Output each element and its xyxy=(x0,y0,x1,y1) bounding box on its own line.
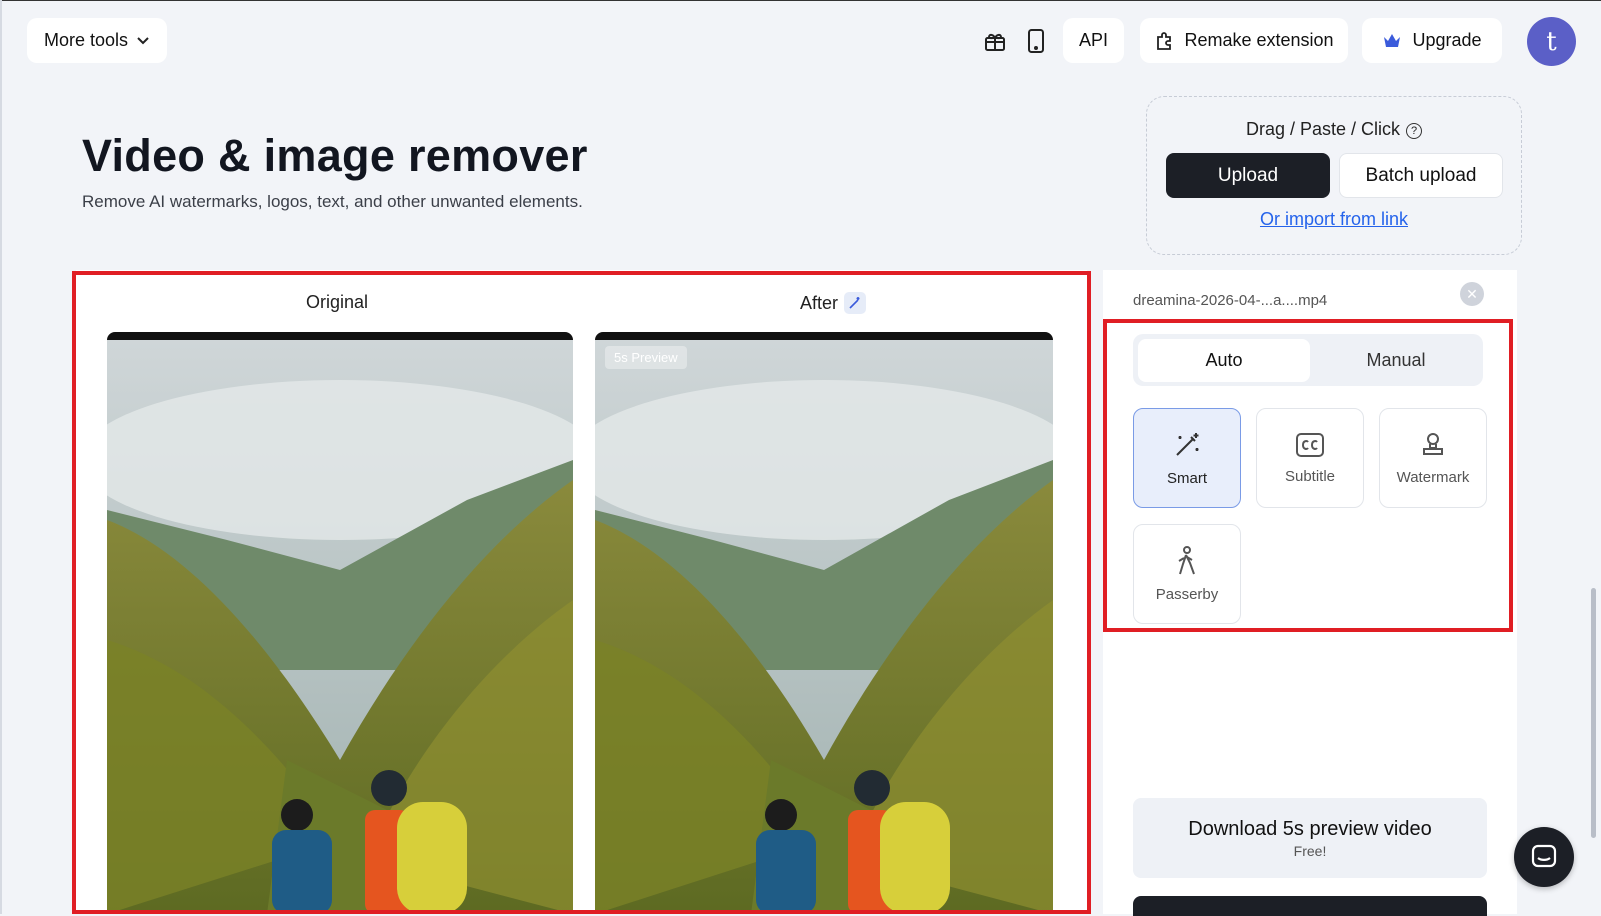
remake-extension-label: Remake extension xyxy=(1184,30,1334,50)
tool-watermark-label: Watermark xyxy=(1396,468,1470,486)
page-scrollbar[interactable] xyxy=(1591,588,1596,838)
tool-smart-label: Smart xyxy=(1166,469,1207,487)
original-label-text: Original xyxy=(306,292,369,312)
magic-wand-icon xyxy=(844,292,867,314)
landscape-image xyxy=(595,340,1053,914)
after-video[interactable]: 5s Preview xyxy=(595,332,1053,914)
after-label-text: After xyxy=(800,292,839,313)
puzzle-icon xyxy=(1157,31,1172,50)
batch-upload-label: Batch upload xyxy=(1365,164,1477,186)
api-button[interactable]: API xyxy=(1063,18,1124,63)
remake-extension-button[interactable]: Remake extension xyxy=(1140,18,1348,63)
original-label: Original xyxy=(306,292,368,313)
landscape-image xyxy=(107,340,573,914)
upload-button[interactable]: Upload xyxy=(1166,153,1330,198)
batch-upload-button[interactable]: Batch upload xyxy=(1339,153,1503,198)
closed-captions-icon xyxy=(1296,432,1324,457)
download-label: Download 5s preview video xyxy=(1188,817,1432,840)
upload-dropzone[interactable]: Drag / Paste / Click? Upload Batch uploa… xyxy=(1146,96,1522,255)
drag-text: Drag / Paste / Click xyxy=(1245,119,1401,139)
magic-wand-icon xyxy=(1176,432,1199,456)
crown-icon xyxy=(1384,33,1401,47)
primary-action-button[interactable] xyxy=(1133,896,1487,916)
tool-passerby[interactable]: Passerby xyxy=(1133,524,1241,624)
api-label: API xyxy=(1078,30,1108,50)
chat-icon xyxy=(1531,844,1557,868)
phone-icon[interactable] xyxy=(1019,22,1053,60)
gift-icon[interactable] xyxy=(978,22,1012,60)
file-name: dreamina-2026-04-...a....mp4 xyxy=(1133,292,1328,309)
tool-watermark[interactable]: Watermark xyxy=(1379,408,1487,508)
tab-auto-label: Auto xyxy=(1205,350,1243,370)
download-sublabel: Free! xyxy=(1293,842,1327,859)
page-title: Video & image remover xyxy=(82,130,588,181)
mode-tabs: Auto Manual xyxy=(1133,334,1483,386)
page-subtitle: Remove AI watermarks, logos, text, and o… xyxy=(82,192,583,211)
tab-manual[interactable]: Manual xyxy=(1310,339,1482,382)
more-tools-label: More tools xyxy=(43,30,129,50)
upgrade-label: Upgrade xyxy=(1412,30,1482,50)
options-panel: dreamina-2026-04-...a....mp4 ✕ Auto Manu… xyxy=(1103,270,1517,916)
walking-person-icon xyxy=(1178,545,1195,574)
avatar[interactable]: t xyxy=(1527,17,1576,66)
avatar-letter: t xyxy=(1546,26,1557,57)
stamp-icon xyxy=(1423,432,1443,455)
chat-button[interactable] xyxy=(1514,827,1574,887)
download-preview-button[interactable]: Download 5s preview video Free! xyxy=(1133,798,1487,878)
preview-badge: 5s Preview xyxy=(605,346,687,369)
after-label: After xyxy=(800,292,867,314)
tool-smart[interactable]: Smart xyxy=(1133,408,1241,508)
tab-manual-label: Manual xyxy=(1366,350,1426,370)
upload-label: Upload xyxy=(1217,164,1279,186)
chevron-down-icon xyxy=(137,36,149,44)
preview-panel: Original After 5s Preview xyxy=(76,270,1087,914)
window-top-border xyxy=(0,0,1601,1)
upgrade-button[interactable]: Upgrade xyxy=(1362,18,1502,63)
tab-auto[interactable]: Auto xyxy=(1138,339,1310,382)
help-icon[interactable]: ? xyxy=(1406,123,1423,139)
window-left-edge xyxy=(0,0,2,914)
tool-subtitle[interactable]: Subtitle xyxy=(1256,408,1364,508)
original-video[interactable] xyxy=(107,332,573,914)
tool-passerby-label: Passerby xyxy=(1155,585,1219,603)
drag-instructions: Drag / Paste / Click? xyxy=(1147,119,1521,140)
import-from-link[interactable]: Or import from link xyxy=(1147,209,1521,230)
close-icon[interactable]: ✕ xyxy=(1460,282,1484,306)
more-tools-button[interactable]: More tools xyxy=(27,18,167,63)
tool-subtitle-label: Subtitle xyxy=(1284,467,1336,485)
